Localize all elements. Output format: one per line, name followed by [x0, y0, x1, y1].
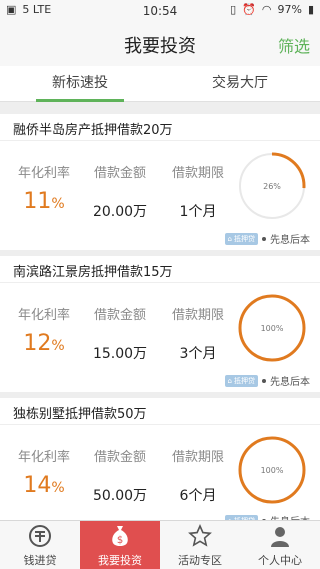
- amount-value: 15.00万: [92, 346, 148, 362]
- bottom-nav-invest[interactable]: $ 我要投资: [80, 521, 160, 569]
- active-tab-indicator: [36, 99, 124, 102]
- divider: [0, 140, 320, 141]
- tab-new-loans[interactable]: 新标速投: [0, 66, 160, 102]
- repayment-type: 先息后本: [270, 235, 310, 246]
- home-icon: ⌂: [227, 376, 232, 385]
- coin-icon: [29, 525, 51, 547]
- svg-text:$: $: [117, 535, 123, 546]
- term-label: 借款期限: [171, 450, 224, 465]
- loan-title: 南滨路江景房抵押借款15万: [13, 265, 173, 280]
- card-footer: ⌂抵押贷 先息后本: [224, 231, 310, 246]
- rate-number: 11: [23, 189, 52, 214]
- bottom-nav-label: 钱进贷: [23, 554, 57, 567]
- nav-bar: 我要投资 筛选: [0, 22, 320, 66]
- bottom-nav-activities[interactable]: 活动专区: [160, 521, 240, 569]
- status-right: ▯ ⏰ ◠ 97% ▮: [230, 4, 314, 15]
- progress-ring: 100%: [238, 436, 306, 504]
- bottom-nav-label: 我要投资: [98, 554, 142, 567]
- bottom-nav-loans[interactable]: 钱进贷: [0, 521, 80, 569]
- term-value: 3个月: [179, 346, 217, 362]
- amount-value: 20.00万: [92, 204, 148, 220]
- loan-card[interactable]: 南滨路江景房抵押借款15万 年化利率 12% 借款金额 15.00万 借款期限 …: [0, 256, 320, 392]
- star-icon: [188, 524, 212, 547]
- bottom-nav: 钱进贷 $ 我要投资 活动专区 个人中心: [0, 520, 320, 569]
- loan-card[interactable]: 独栋别墅抵押借款50万 年化利率 14% 借款金额 50.00万 借款期限 6个…: [0, 398, 320, 528]
- amount-column: 借款金额 50.00万: [80, 446, 160, 505]
- rate-label: 年化利率: [17, 450, 70, 465]
- rate-number: 12: [23, 331, 52, 356]
- rate-number: 14: [23, 473, 52, 498]
- filter-button[interactable]: 筛选: [278, 33, 310, 57]
- term-label: 借款期限: [171, 166, 224, 181]
- loan-title: 融侨半岛房产抵押借款20万: [13, 123, 173, 138]
- loan-card[interactable]: 融侨半岛房产抵押借款20万 年化利率 11% 借款金额 20.00万 借款期限 …: [0, 114, 320, 250]
- amount-column: 借款金额 20.00万: [80, 162, 160, 221]
- bullet-icon: [262, 236, 266, 241]
- rate-unit: %: [51, 338, 65, 354]
- bullet-icon: [262, 378, 266, 383]
- repayment-type: 先息后本: [270, 377, 310, 388]
- rate-column: 年化利率 14%: [4, 446, 84, 498]
- term-column: 借款期限 1个月: [158, 162, 238, 221]
- amount-label: 借款金额: [93, 308, 146, 323]
- rate-column: 年化利率 12%: [4, 304, 84, 356]
- amount-value: 50.00万: [92, 488, 148, 504]
- card-footer: ⌂抵押贷 先息后本: [224, 373, 310, 388]
- rate-label: 年化利率: [17, 308, 70, 323]
- tag-label: 抵押贷: [234, 234, 255, 243]
- term-value: 6个月: [179, 488, 217, 504]
- mortgage-tag: ⌂抵押贷: [224, 374, 258, 387]
- term-label: 借款期限: [171, 308, 224, 323]
- rate-value: 14%: [4, 473, 84, 498]
- rate-column: 年化利率 11%: [4, 162, 84, 214]
- alarm-icon: ⏰: [242, 3, 256, 16]
- term-column: 借款期限 6个月: [158, 446, 238, 505]
- progress-text: 100%: [261, 324, 284, 333]
- rate-unit: %: [51, 196, 65, 212]
- home-icon: ⌂: [227, 234, 232, 243]
- progress-ring: 100%: [238, 294, 306, 362]
- loan-title: 独栋别墅抵押借款50万: [13, 407, 147, 422]
- tab-trading-hall[interactable]: 交易大厅: [160, 66, 320, 102]
- term-column: 借款期限 3个月: [158, 304, 238, 363]
- status-bar: ▣ 5 LTE 10:54 ▯ ⏰ ◠ 97% ▮: [0, 0, 320, 22]
- tab-bar: 新标速投 交易大厅: [0, 66, 320, 102]
- rate-label: 年化利率: [17, 166, 70, 181]
- progress-ring: 26%: [238, 152, 306, 220]
- page-title: 我要投资: [124, 36, 196, 57]
- vibrate-icon: ▯: [230, 3, 237, 16]
- money-bag-icon: $: [112, 526, 128, 546]
- progress-text: 26%: [263, 182, 281, 191]
- divider: [0, 282, 320, 283]
- rate-unit: %: [51, 480, 65, 496]
- amount-label: 借款金额: [93, 166, 146, 181]
- bottom-nav-profile[interactable]: 个人中心: [240, 521, 320, 569]
- wifi-icon: ◠: [261, 3, 272, 16]
- bottom-nav-label: 活动专区: [178, 554, 222, 567]
- bottom-nav-label: 个人中心: [258, 554, 302, 567]
- battery-percent: 97%: [277, 3, 302, 16]
- battery-icon: ▮: [307, 3, 314, 16]
- amount-label: 借款金额: [93, 450, 146, 465]
- progress-text: 100%: [261, 466, 284, 475]
- amount-column: 借款金额 15.00万: [80, 304, 160, 363]
- rate-value: 11%: [4, 189, 84, 214]
- rate-value: 12%: [4, 331, 84, 356]
- person-icon: [271, 527, 289, 547]
- mortgage-tag: ⌂抵押贷: [224, 232, 258, 245]
- tag-label: 抵押贷: [234, 376, 255, 385]
- term-value: 1个月: [179, 204, 217, 220]
- divider: [0, 424, 320, 425]
